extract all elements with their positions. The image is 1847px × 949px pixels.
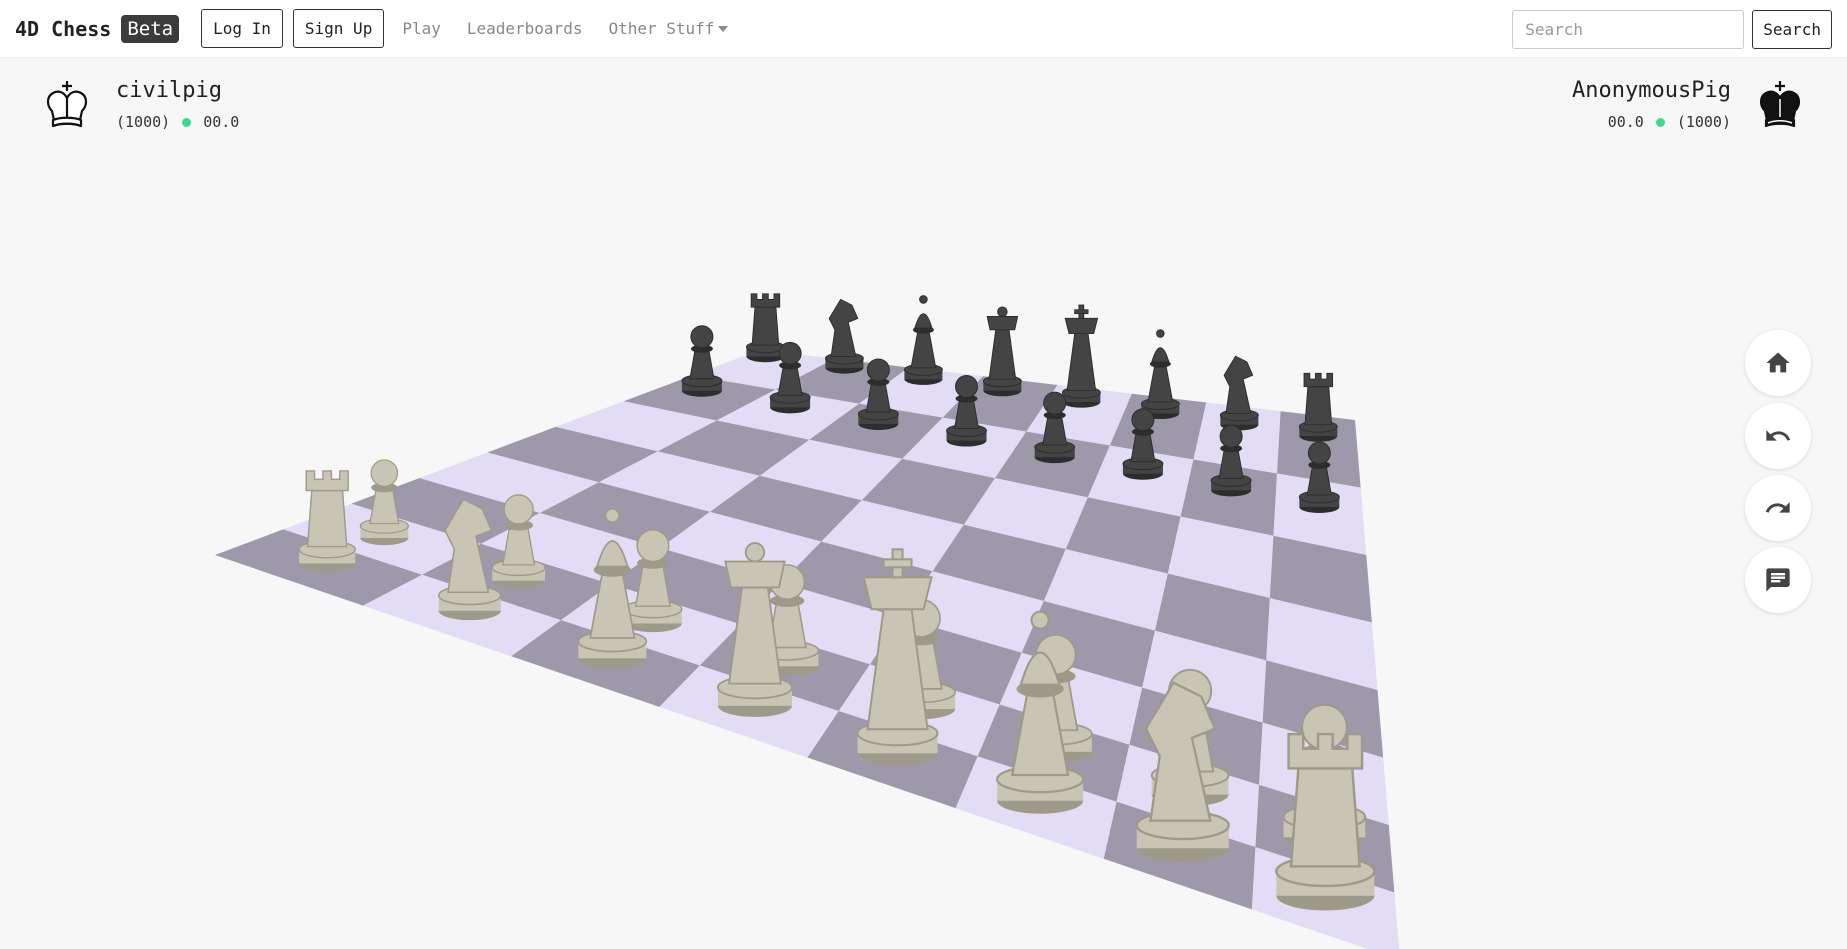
login-button[interactable]: Log In: [201, 9, 283, 48]
chat-icon: [1766, 568, 1790, 592]
chess-board-3d-view[interactable]: [0, 59, 1847, 949]
black-bishop-piece[interactable]: [1140, 329, 1180, 420]
brand-logo[interactable]: 4D Chess Beta: [15, 14, 180, 43]
undo-icon: [1766, 430, 1791, 441]
home-icon: [1766, 352, 1790, 373]
black-rook-piece[interactable]: [1298, 372, 1338, 442]
black-bishop-piece[interactable]: [903, 295, 943, 385]
search-input[interactable]: [1512, 10, 1745, 49]
black-king-piece[interactable]: [1061, 304, 1101, 408]
play-link[interactable]: Play: [402, 19, 441, 38]
beta-badge: Beta: [121, 14, 180, 43]
chat-button[interactable]: [1745, 547, 1811, 613]
top-navbar: 4D Chess Beta Log In Sign Up Play Leader…: [0, 0, 1847, 58]
other-stuff-label: Other Stuff: [608, 19, 715, 38]
home-button[interactable]: [1745, 330, 1811, 396]
leaderboards-link[interactable]: Leaderboards: [467, 19, 583, 38]
brand-title[interactable]: 4D Chess: [15, 17, 111, 41]
search-button[interactable]: Search: [1752, 10, 1832, 49]
other-stuff-dropdown[interactable]: Other Stuff: [608, 19, 729, 38]
undo-button[interactable]: [1745, 403, 1811, 469]
caret-down-icon: [718, 25, 729, 32]
redo-icon: [1765, 502, 1790, 513]
redo-button[interactable]: [1745, 475, 1811, 541]
black-pawn-piece[interactable]: [681, 325, 723, 397]
black-knight-piece[interactable]: [1219, 355, 1259, 431]
search-form: Search: [1512, 10, 1832, 49]
signup-button[interactable]: Sign Up: [292, 9, 385, 48]
black-knight-piece[interactable]: [824, 298, 864, 374]
black-queen-piece[interactable]: [982, 306, 1022, 397]
